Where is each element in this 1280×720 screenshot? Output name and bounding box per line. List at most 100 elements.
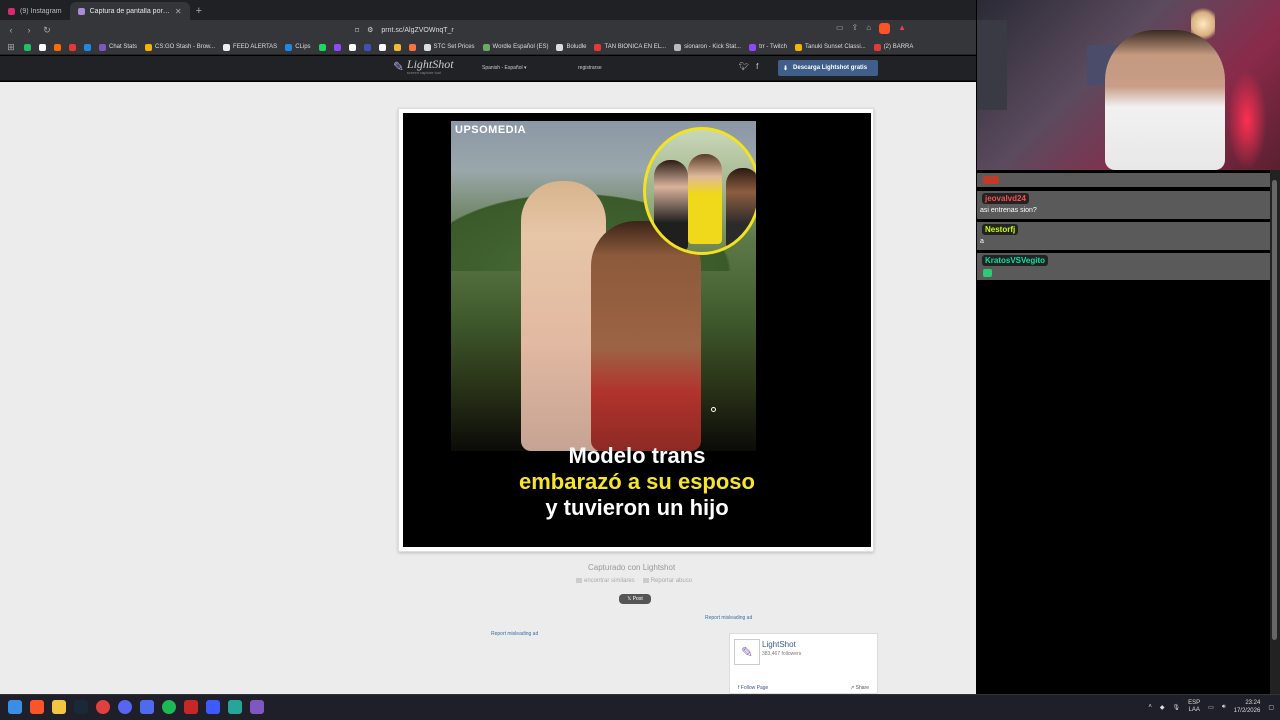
lock-icon[interactable]: ⌂ — [866, 23, 871, 34]
lightshot-logo[interactable]: ✎ LightShot screen capture tool — [393, 58, 454, 75]
bookmark-item[interactable] — [69, 43, 76, 51]
reload-icon[interactable]: ↻ — [42, 25, 52, 36]
scrollbar-thumb[interactable] — [1272, 180, 1277, 640]
address-bar[interactable]: ⌑ ⚙ prnt.sc/AlgZVOWnqT_r — [355, 22, 905, 38]
bookmark-item[interactable]: Wordle Español (ES) — [482, 43, 548, 51]
image-icon — [576, 578, 582, 583]
microphone-icon[interactable]: 🎙︎ — [1173, 704, 1181, 711]
forward-icon[interactable]: › — [24, 25, 34, 35]
bookmark-item[interactable] — [348, 43, 356, 51]
bookmark-item[interactable]: Chat Stats — [99, 43, 137, 51]
tab-lightshot[interactable]: Captura de pantalla por Lightshot ✕ — [69, 2, 190, 20]
steam-tray-icon[interactable]: ◆ — [1160, 704, 1165, 711]
bookmark-favicon-icon — [749, 43, 757, 51]
steam-icon[interactable] — [74, 700, 88, 714]
bookmark-item[interactable]: STC Set Prices — [423, 43, 475, 51]
brave-rewards-icon[interactable]: ▲ — [898, 23, 906, 34]
brave-icon[interactable] — [30, 700, 44, 714]
language-select[interactable]: Spanish - Español ▾ — [482, 65, 527, 71]
facebook-icon[interactable]: f — [756, 62, 758, 71]
report-ad-link[interactable]: Report misleading ad — [491, 631, 538, 637]
report-ad-link[interactable]: Report misleading ad — [705, 615, 752, 621]
discord-icon[interactable] — [118, 700, 132, 714]
site-info-icon[interactable]: ⚙ — [367, 26, 373, 34]
bookmark-item[interactable]: CS:GO Stash - Brow... — [145, 43, 215, 51]
bookmark-icon[interactable]: ⌑ — [355, 26, 359, 35]
monitor — [977, 20, 1007, 110]
chat-message: Nestorfj a — [977, 222, 1270, 250]
volume-icon[interactable]: 🔊︎ — [1222, 704, 1226, 711]
spotify-icon[interactable] — [162, 700, 176, 714]
find-similar-link[interactable]: encontrar similares — [576, 578, 635, 584]
app-icon[interactable] — [206, 700, 220, 714]
obs-icon[interactable] — [96, 700, 110, 714]
bookmark-favicon-icon — [556, 43, 564, 51]
input-language[interactable]: ESP LAA — [1188, 700, 1200, 714]
cast-icon[interactable]: ▭ — [836, 23, 844, 34]
bookmark-favicon-icon — [84, 43, 91, 51]
app-icon[interactable] — [184, 700, 198, 714]
twitter-icon[interactable]: 🐦︎ — [739, 62, 749, 71]
bookmark-item[interactable]: TAN BIONICA EN EL... — [594, 43, 666, 51]
social-links: 🐦︎ f — [739, 62, 758, 71]
bookmark-item[interactable]: Boludle — [556, 43, 586, 51]
bookmark-item[interactable] — [318, 43, 326, 51]
bookmark-item[interactable] — [24, 43, 31, 51]
lightshot-feather-icon[interactable]: ✎ — [734, 639, 760, 665]
bookmark-item[interactable] — [378, 43, 386, 51]
display-icon[interactable]: ▭ — [1208, 704, 1214, 711]
bookmark-item[interactable]: Tanuki Sunset Classi... — [794, 43, 866, 51]
chat-row — [977, 173, 1270, 187]
scrollbar[interactable] — [1270, 170, 1280, 694]
bookmark-item[interactable] — [54, 43, 61, 51]
follow-label: Follow Page — [740, 685, 769, 691]
bookmark-item[interactable]: (2) BARRA — [873, 43, 913, 51]
post-headline: Modelo trans embarazó a su esposo y tuvi… — [403, 443, 871, 521]
file-explorer-icon[interactable] — [52, 700, 66, 714]
share-button[interactable]: ↗ Share — [850, 685, 869, 691]
bookmark-item[interactable]: CLips — [285, 43, 311, 51]
bookmark-item[interactable] — [333, 43, 341, 51]
bookmark-item[interactable] — [363, 43, 371, 51]
follow-page-button[interactable]: f Follow Page — [738, 685, 768, 691]
download-button[interactable]: ⬇ Descarga Lightshot gratis — [778, 60, 878, 76]
bookmark-item[interactable] — [39, 43, 46, 51]
webcam-overlay — [977, 0, 1280, 170]
browser-toolbar: ‹ › ↻ ⌑ ⚙ prnt.sc/AlgZVOWnqT_r ▭ ⇪ ⌂ ▲ — [0, 20, 976, 40]
red-light — [1227, 70, 1267, 170]
bookmark-item[interactable] — [84, 43, 91, 51]
taskbar-apps — [8, 700, 264, 714]
register-link[interactable]: registrarse — [578, 65, 602, 71]
url-text[interactable]: prnt.sc/AlgZVOWnqT_r — [381, 27, 453, 34]
emote-icon — [983, 176, 999, 184]
share-icon[interactable]: ⇪ — [852, 23, 859, 34]
bookmark-item[interactable]: sionaron - Kick Stat... — [674, 43, 742, 51]
app-icon[interactable] — [250, 700, 264, 714]
bookmark-item[interactable]: FEED ALERTAS — [223, 43, 277, 51]
bookmark-item[interactable] — [408, 43, 416, 51]
bookmark-favicon-icon — [674, 43, 682, 51]
chat-username: jeovalvd24 — [982, 193, 1029, 204]
screenshot-image[interactable]: UPSOMEDIA Modelo trans embarazó a su esp… — [403, 113, 871, 547]
app-window-icon[interactable] — [140, 700, 154, 714]
start-icon[interactable] — [8, 700, 22, 714]
bookmarks-bar: ⊞ Chat Stats CS:GO Stash - Brow... FEED AL… — [0, 40, 976, 55]
notification-icon[interactable]: ▢ — [1268, 704, 1274, 711]
app-icon[interactable] — [228, 700, 242, 714]
brave-shields-icon[interactable] — [879, 23, 891, 34]
new-tab-button[interactable]: + — [190, 2, 208, 20]
clock[interactable]: 23:24 17/2/2026 — [1234, 699, 1261, 715]
close-icon[interactable]: ✕ — [175, 7, 182, 16]
fb-page-name[interactable]: LightShot — [762, 640, 796, 649]
x-post-button[interactable]: 𝕏 Post — [619, 594, 651, 604]
tab-instagram[interactable]: (9) Instagram — [0, 2, 70, 20]
apps-grid-icon[interactable]: ⊞ — [6, 42, 16, 53]
bookmark-label: sionaron - Kick Stat... — [684, 44, 742, 50]
back-icon[interactable]: ‹ — [6, 25, 16, 35]
bookmark-item[interactable] — [393, 43, 401, 51]
chevron-up-icon[interactable]: ˄ — [1148, 704, 1152, 710]
post-photo: UPSOMEDIA — [451, 121, 756, 451]
bookmark-item[interactable]: trr - Twitch — [749, 43, 787, 51]
report-abuse-link[interactable]: Reportar abuso — [642, 578, 692, 584]
lightshot-content: UPSOMEDIA Modelo trans embarazó a su esp… — [0, 82, 976, 694]
